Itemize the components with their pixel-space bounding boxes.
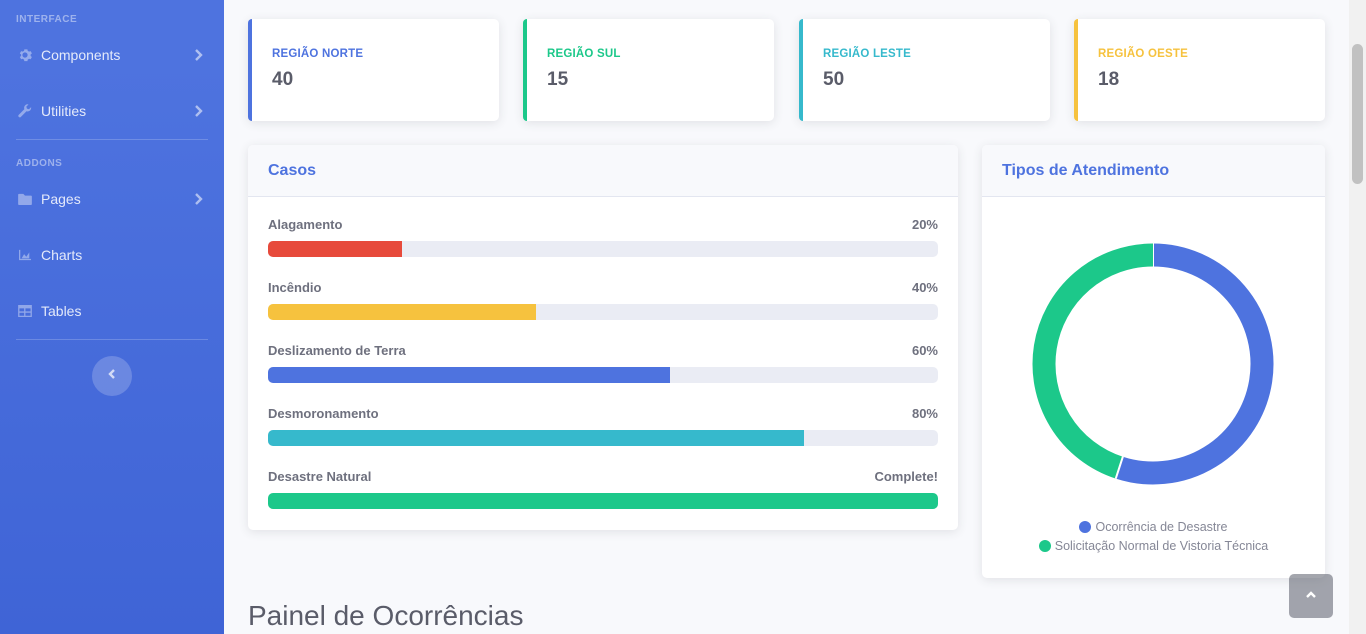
progress-fill xyxy=(268,430,804,446)
progress-row: Deslizamento de Terra 60% xyxy=(268,343,938,385)
atendimento-card-title: Tipos de Atendimento xyxy=(982,145,1325,197)
stat-card-accent xyxy=(1074,19,1078,121)
progress-label: Desastre Natural xyxy=(268,469,372,484)
sidebar-divider xyxy=(16,339,208,340)
stat-card-norte: Região Norte 40 xyxy=(248,19,499,121)
stat-card-oeste: Região Oeste 18 xyxy=(1074,19,1325,121)
scrollbar-thumb[interactable] xyxy=(1352,44,1363,184)
progress-percent: 80% xyxy=(911,406,938,421)
progress-label: Incêndio xyxy=(268,280,322,295)
chevron-right-icon xyxy=(194,192,204,209)
progress-row: Desastre Natural Complete! xyxy=(268,469,938,511)
progress-percent: 60% xyxy=(911,343,938,358)
stat-label: Região Norte xyxy=(272,48,364,60)
progress-fill xyxy=(268,304,536,320)
sidebar-item-tables[interactable]: Tables xyxy=(0,291,224,331)
progress-row: Alagamento 20% xyxy=(268,217,938,259)
progress-track xyxy=(268,304,938,320)
donut-chart xyxy=(1032,243,1274,485)
progress-fill xyxy=(268,241,402,257)
legend-dot-icon xyxy=(1079,521,1092,533)
progress-track xyxy=(268,367,938,383)
stat-card-accent xyxy=(248,19,252,121)
stat-value: 15 xyxy=(547,69,569,90)
legend-item: Solicitação Normal de Vistoria Técnica xyxy=(982,539,1325,553)
progress-track xyxy=(268,493,938,509)
progress-track xyxy=(268,241,938,257)
progress-row: Incêndio 40% xyxy=(268,280,938,322)
sidebar-item-label: Charts xyxy=(41,247,83,263)
progress-percent: 40% xyxy=(911,280,938,295)
stat-label: Região Leste xyxy=(823,48,912,60)
stat-value: 40 xyxy=(272,69,294,90)
table-icon xyxy=(17,303,33,319)
stat-value: 50 xyxy=(823,69,845,90)
chart-area-icon xyxy=(17,247,33,263)
progress-label: Alagamento xyxy=(268,217,343,232)
donut-slice-1[interactable] xyxy=(1032,243,1154,479)
chevron-right-icon xyxy=(194,48,204,65)
casos-card: Casos Alagamento 20% Incêndio 40% Desliz… xyxy=(248,145,958,530)
casos-card-title: Casos xyxy=(248,145,958,197)
progress-fill xyxy=(268,493,938,509)
sidebar-item-pages[interactable]: Pages xyxy=(0,179,224,219)
legend-item: Ocorrência de Desastre xyxy=(982,520,1325,534)
sidebar-heading-addons: Addons xyxy=(16,158,63,169)
legend-dot-icon xyxy=(1038,540,1051,552)
sidebar-item-charts[interactable]: Charts xyxy=(0,235,224,275)
stat-card-accent xyxy=(799,19,803,121)
stat-card-leste: Região Leste 50 xyxy=(799,19,1050,121)
sidebar-item-label: Tables xyxy=(41,303,82,319)
progress-percent: 20% xyxy=(911,217,938,232)
page-scrollbar[interactable] xyxy=(1349,0,1366,634)
donut-slice-0[interactable] xyxy=(1115,243,1274,485)
sidebar: Interface Components Utilities Addons Pa… xyxy=(0,0,224,634)
folder-icon xyxy=(17,191,33,207)
legend-label: Ocorrência de Desastre xyxy=(1095,520,1228,534)
stat-card-sul: Região Sul 15 xyxy=(523,19,774,121)
progress-percent: Complete! xyxy=(874,469,938,484)
progress-label: Deslizamento de Terra xyxy=(268,343,406,358)
stat-value: 18 xyxy=(1098,69,1120,90)
stat-label: Região Sul xyxy=(547,48,621,60)
progress-label: Desmoronamento xyxy=(268,406,379,421)
scroll-to-top-button[interactable] xyxy=(1289,574,1333,618)
gear-icon xyxy=(17,47,33,63)
sidebar-item-label: Components xyxy=(41,47,121,63)
sidebar-item-label: Utilities xyxy=(41,103,87,119)
atendimento-card: Tipos de Atendimento Ocorrência de Desas… xyxy=(982,145,1325,578)
stat-card-accent xyxy=(523,19,527,121)
stat-label: Região Oeste xyxy=(1098,48,1188,60)
sidebar-divider xyxy=(16,139,208,140)
page-title: Painel de Ocorrências xyxy=(248,600,524,631)
progress-fill xyxy=(268,367,670,383)
chevron-left-icon xyxy=(107,367,117,385)
chevron-up-icon xyxy=(1305,587,1317,605)
progress-track xyxy=(268,430,938,446)
sidebar-heading-interface: Interface xyxy=(16,14,78,25)
sidebar-toggle-button[interactable] xyxy=(92,356,132,396)
sidebar-item-label: Pages xyxy=(41,191,81,207)
chevron-right-icon xyxy=(194,104,204,121)
progress-row: Desmoronamento 80% xyxy=(268,406,938,448)
sidebar-item-utilities[interactable]: Utilities xyxy=(0,91,224,131)
wrench-icon xyxy=(17,103,33,119)
sidebar-item-components[interactable]: Components xyxy=(0,35,224,75)
legend-label: Solicitação Normal de Vistoria Técnica xyxy=(1054,539,1269,553)
